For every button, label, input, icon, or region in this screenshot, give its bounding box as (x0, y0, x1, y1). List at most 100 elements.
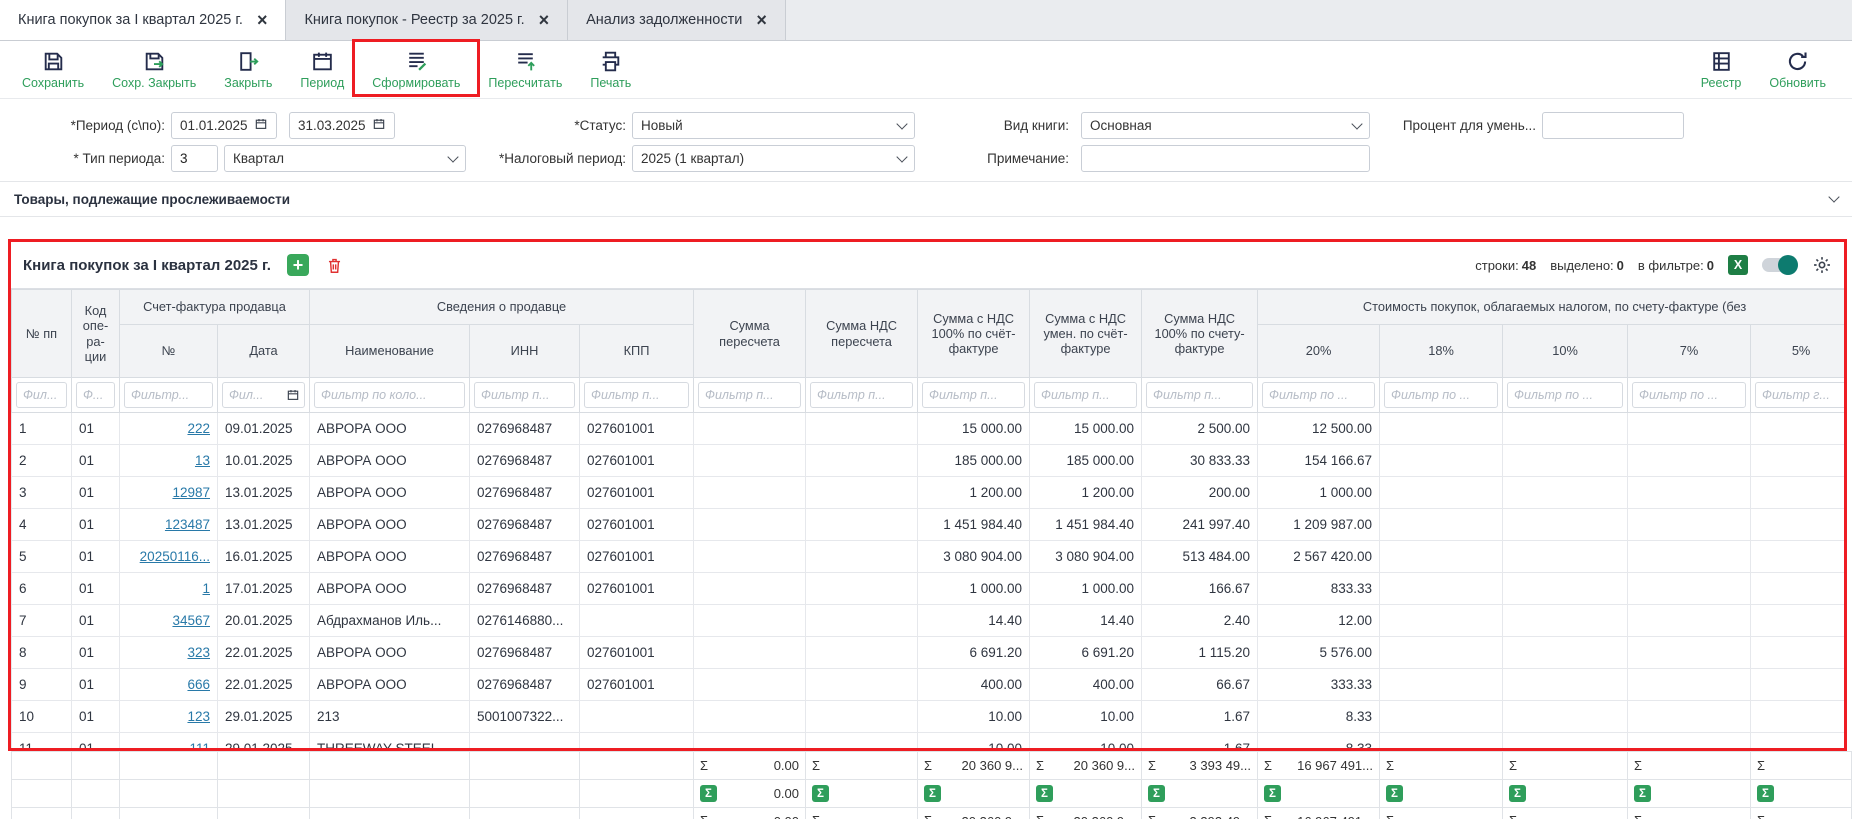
sum-sigma-button[interactable]: Σ (1264, 785, 1281, 802)
toolbar-refresh-label: Обновить (1769, 76, 1826, 90)
filtered-count: в фильтре:0 (1638, 258, 1714, 273)
sum-sigma-button[interactable]: Σ (1148, 785, 1165, 802)
cell: 0276968487 (470, 669, 580, 701)
sum-sigma-button[interactable]: Σ (1634, 785, 1651, 802)
sum-sigma-button[interactable]: Σ (700, 785, 717, 802)
invoice-number-link[interactable]: 123487 (165, 517, 210, 532)
toolbar-registry-button[interactable]: Реестр (1689, 46, 1754, 93)
filter-input-col-10[interactable] (1034, 382, 1137, 408)
sum-sigma-button[interactable]: Σ (1757, 785, 1774, 802)
status-select[interactable]: Новый (632, 112, 915, 139)
tab-1[interactable]: Книга покупок за I квартал 2025 г.× (0, 0, 286, 40)
cell (1380, 605, 1503, 637)
invoice-number-link[interactable]: 12987 (172, 485, 210, 500)
filter-input-col-11[interactable] (1146, 382, 1253, 408)
invoice-number-link[interactable]: 666 (187, 677, 210, 692)
settings-gear-button[interactable] (1812, 255, 1832, 275)
traceable-goods-section-header[interactable]: Товары, подлежащие прослеживаемости (0, 182, 1852, 217)
note-label: Примечание: (940, 151, 1069, 166)
toolbar-save-close-button[interactable]: Сохр. Закрыть (100, 46, 208, 93)
filter-input-col-9[interactable] (922, 382, 1025, 408)
tab-close-icon[interactable]: × (756, 11, 767, 29)
calendar-icon[interactable] (286, 388, 300, 405)
period-type-number-input[interactable] (171, 145, 218, 172)
cell: 0276146880... (470, 605, 580, 637)
toolbar-refresh-button[interactable]: Обновить (1757, 46, 1838, 93)
book-type-select[interactable]: Основная (1081, 112, 1370, 139)
tab-close-icon[interactable]: × (257, 11, 268, 29)
cell (806, 669, 918, 701)
cell: АВРОРА ООО (310, 477, 470, 509)
period-from-input[interactable]: 01.01.2025 (171, 112, 277, 139)
cell: 1 000.00 (918, 573, 1030, 605)
sum-sigma-button[interactable]: Σ (1509, 785, 1526, 802)
delete-row-button[interactable] (325, 255, 344, 276)
sum-sigma-button[interactable]: Σ (924, 785, 941, 802)
cell: 6 691.20 (1030, 637, 1142, 669)
sum-sigma-button[interactable]: Σ (812, 785, 829, 802)
tab-close-icon[interactable]: × (539, 11, 550, 29)
rows-count: строки:48 (1475, 258, 1536, 273)
table-row: 3011298713.01.2025АВРОРА ООО027696848702… (12, 477, 1845, 509)
filter-input-col-15[interactable] (1632, 382, 1746, 408)
percent-input[interactable] (1542, 112, 1684, 139)
cell: 10 (12, 701, 72, 733)
period-type-select[interactable]: Квартал (224, 145, 466, 172)
invoice-number-link[interactable]: 323 (187, 645, 210, 660)
calendar-icon (310, 49, 335, 74)
cell: 10.00 (1030, 733, 1142, 750)
filter-input-col-16[interactable] (1755, 382, 1844, 408)
filter-input-col-1[interactable] (76, 382, 115, 408)
filter-input-col-4[interactable] (314, 382, 465, 408)
invoice-number-link[interactable]: 1 (202, 581, 210, 596)
cell: 6 691.20 (918, 637, 1030, 669)
calendar-icon[interactable] (372, 117, 386, 134)
filter-input-col-12[interactable] (1262, 382, 1375, 408)
invoice-number-link[interactable]: 20250116... (140, 549, 210, 564)
filter-input-col-0[interactable] (16, 382, 67, 408)
invoice-number-link[interactable]: 123 (187, 709, 210, 724)
calendar-icon[interactable] (254, 117, 268, 134)
column-header: № (120, 325, 218, 378)
invoice-number-link[interactable]: 222 (187, 421, 210, 436)
toolbar-print-button[interactable]: Печать (578, 46, 643, 93)
toolbar-recalculate-button[interactable]: Пересчитать (476, 46, 574, 93)
period-type-value: Квартал (233, 151, 284, 166)
column-header: Дата (218, 325, 310, 378)
invoice-number-link[interactable]: 13 (195, 453, 210, 468)
filter-input-col-7[interactable] (698, 382, 801, 408)
excel-export-button[interactable]: X (1728, 255, 1748, 275)
cell: 30 833.33 (1142, 445, 1258, 477)
cell: 1 115.20 (1142, 637, 1258, 669)
filter-input-col-2[interactable] (124, 382, 213, 408)
tax-period-select[interactable]: 2025 (1 квартал) (632, 145, 915, 172)
tab-2[interactable]: Книга покупок - Реестр за 2025 г.× (286, 0, 568, 40)
invoice-number-link[interactable]: 34567 (172, 613, 210, 628)
sum-sigma-button[interactable]: Σ (1386, 785, 1403, 802)
note-input[interactable] (1081, 145, 1370, 172)
invoice-number-link[interactable]: 111 (189, 741, 210, 749)
sigma-label: Σ (1386, 758, 1394, 773)
footer-sum-value: 16 967 491... (1297, 758, 1373, 773)
period-to-input[interactable]: 31.03.2025 (289, 112, 395, 139)
cell: 8.33 (1258, 701, 1380, 733)
filter-input-col-8[interactable] (810, 382, 913, 408)
filter-input-col-6[interactable] (584, 382, 689, 408)
toolbar-generate-button[interactable]: Сформировать (360, 46, 472, 93)
filter-input-col-5[interactable] (474, 382, 575, 408)
tab-3[interactable]: Анализ задолженности× (568, 0, 786, 40)
cell: 6 (12, 573, 72, 605)
toolbar-period-button[interactable]: Период (288, 46, 356, 93)
add-row-button[interactable]: + (287, 254, 309, 276)
cell (694, 573, 806, 605)
toolbar-save-button[interactable]: Сохранить (10, 46, 96, 93)
toolbar-close-button[interactable]: Закрыть (212, 46, 284, 93)
cell (806, 605, 918, 637)
filter-input-col-13[interactable] (1384, 382, 1498, 408)
grid-title: Книга покупок за I квартал 2025 г. (23, 257, 271, 274)
cell (1628, 445, 1751, 477)
chevron-down-icon[interactable] (1828, 191, 1839, 202)
sum-sigma-button[interactable]: Σ (1036, 785, 1053, 802)
grid-view-toggle[interactable] (1762, 258, 1798, 272)
filter-input-col-14[interactable] (1507, 382, 1623, 408)
